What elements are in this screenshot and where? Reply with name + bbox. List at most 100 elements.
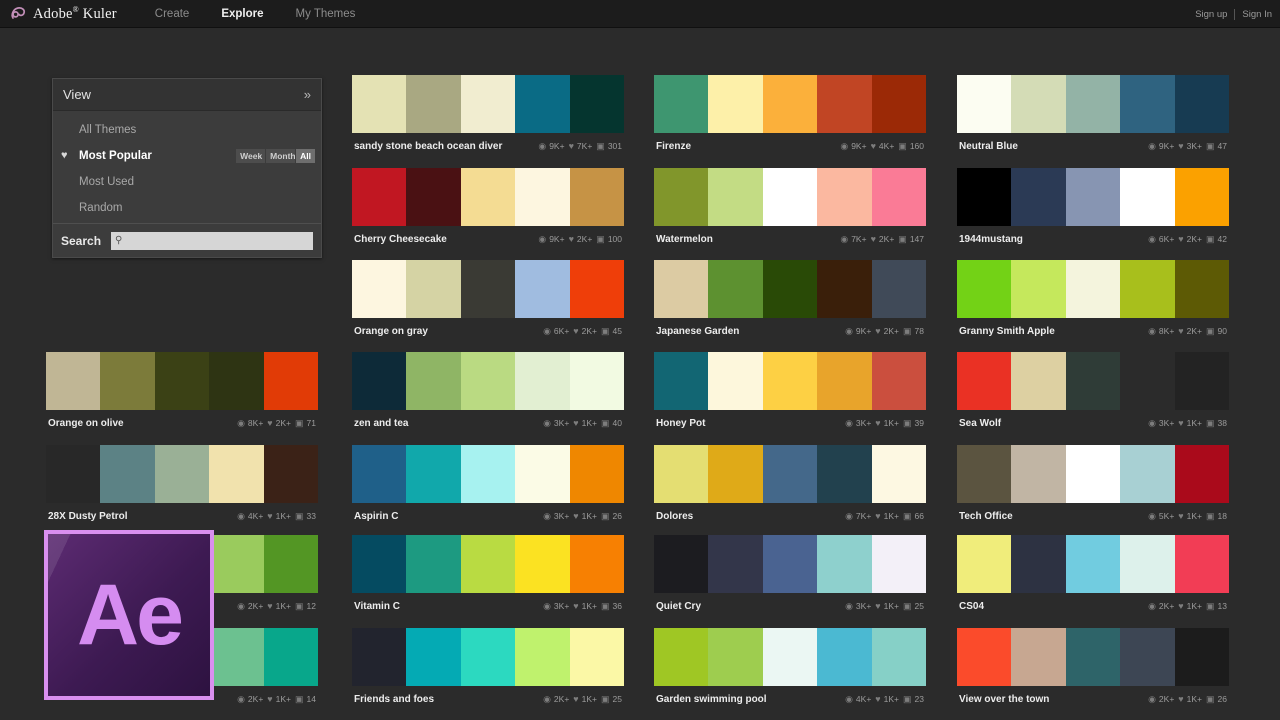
theme-swatch[interactable]	[263, 445, 319, 503]
theme-card[interactable]: Aspirin C ◉ 3K+ ♥ 1K+ ▣ 26	[352, 445, 625, 529]
theme-name[interactable]: Cherry Cheesecake	[354, 234, 447, 245]
theme-swatch[interactable]	[708, 535, 763, 593]
theme-swatch[interactable]	[352, 628, 407, 686]
theme-swatch[interactable]	[817, 168, 872, 226]
theme-swatch[interactable]	[406, 260, 461, 318]
theme-swatch[interactable]	[352, 352, 407, 410]
theme-swatch-strip[interactable]	[352, 75, 625, 133]
theme-swatch[interactable]	[515, 535, 570, 593]
theme-swatch[interactable]	[263, 628, 319, 686]
theme-swatch[interactable]	[871, 75, 927, 133]
theme-swatch[interactable]	[762, 352, 818, 410]
theme-swatch[interactable]	[871, 352, 927, 410]
theme-card[interactable]: Friends and foes ◉ 2K+ ♥ 1K+ ▣ 25	[352, 628, 625, 712]
theme-name[interactable]: Orange on olive	[48, 418, 124, 429]
theme-swatch[interactable]	[708, 75, 763, 133]
theme-swatch[interactable]	[871, 260, 927, 318]
theme-swatch[interactable]	[762, 535, 818, 593]
theme-swatch[interactable]	[460, 75, 516, 133]
theme-swatch-strip[interactable]	[654, 445, 927, 503]
theme-swatch[interactable]	[352, 535, 407, 593]
theme-swatch[interactable]	[1120, 535, 1175, 593]
theme-name[interactable]: Neutral Blue	[959, 141, 1018, 152]
theme-name[interactable]: Honey Pot	[656, 418, 705, 429]
theme-name[interactable]: zen and tea	[354, 418, 408, 429]
theme-swatch[interactable]	[654, 168, 709, 226]
theme-swatch[interactable]	[515, 168, 570, 226]
sign-in-link[interactable]: Sign In	[1242, 9, 1272, 20]
theme-swatch[interactable]	[817, 628, 872, 686]
theme-swatch[interactable]	[352, 445, 407, 503]
theme-swatch[interactable]	[1065, 260, 1121, 318]
theme-swatch[interactable]	[46, 445, 101, 503]
theme-swatch-strip[interactable]	[957, 628, 1230, 686]
theme-swatch[interactable]	[1011, 168, 1066, 226]
theme-card[interactable]: 1944mustang ◉ 6K+ ♥ 2K+ ▣ 42	[957, 168, 1230, 252]
theme-swatch[interactable]	[1174, 535, 1230, 593]
theme-name[interactable]: Aspirin C	[354, 511, 398, 522]
theme-swatch-strip[interactable]	[957, 445, 1230, 503]
theme-swatch[interactable]	[515, 445, 570, 503]
theme-swatch[interactable]	[957, 75, 1012, 133]
theme-swatch[interactable]	[100, 445, 155, 503]
theme-swatch-strip[interactable]	[352, 352, 625, 410]
theme-swatch[interactable]	[154, 352, 210, 410]
theme-swatch-strip[interactable]	[654, 75, 927, 133]
theme-swatch-strip[interactable]	[957, 352, 1230, 410]
theme-swatch[interactable]	[569, 168, 625, 226]
theme-swatch[interactable]	[654, 628, 709, 686]
view-item-random[interactable]: Random	[53, 195, 321, 221]
theme-swatch[interactable]	[1120, 445, 1175, 503]
theme-swatch[interactable]	[708, 168, 763, 226]
theme-swatch[interactable]	[569, 628, 625, 686]
theme-swatch[interactable]	[406, 445, 461, 503]
theme-swatch[interactable]	[817, 75, 872, 133]
theme-swatch[interactable]	[654, 352, 709, 410]
theme-swatch[interactable]	[817, 260, 872, 318]
theme-card[interactable]: Tech Office ◉ 5K+ ♥ 1K+ ▣ 18	[957, 445, 1230, 529]
theme-swatch[interactable]	[1011, 445, 1066, 503]
theme-card[interactable]: Sea Wolf ◉ 3K+ ♥ 1K+ ▣ 38	[957, 352, 1230, 436]
theme-swatch[interactable]	[762, 628, 818, 686]
theme-name[interactable]: Firenze	[656, 141, 691, 152]
theme-swatch[interactable]	[406, 628, 461, 686]
theme-swatch[interactable]	[209, 628, 264, 686]
theme-swatch[interactable]	[460, 628, 516, 686]
theme-swatch[interactable]	[46, 352, 101, 410]
theme-swatch[interactable]	[1011, 260, 1066, 318]
theme-swatch[interactable]	[515, 628, 570, 686]
theme-swatch[interactable]	[569, 260, 625, 318]
theme-swatch[interactable]	[957, 445, 1012, 503]
theme-name[interactable]: Vitamin C	[354, 601, 400, 612]
theme-swatch[interactable]	[1011, 352, 1066, 410]
theme-swatch-strip[interactable]	[654, 168, 927, 226]
theme-swatch[interactable]	[708, 260, 763, 318]
theme-swatch[interactable]	[1011, 535, 1066, 593]
theme-swatch[interactable]	[654, 75, 709, 133]
theme-swatch[interactable]	[1120, 628, 1175, 686]
theme-swatch-strip[interactable]	[957, 168, 1230, 226]
theme-name[interactable]: Granny Smith Apple	[959, 326, 1055, 337]
theme-swatch[interactable]	[1174, 445, 1230, 503]
theme-swatch[interactable]	[352, 75, 407, 133]
theme-swatch[interactable]	[460, 535, 516, 593]
theme-swatch[interactable]	[871, 445, 927, 503]
theme-name[interactable]: sandy stone beach ocean diver	[354, 141, 502, 152]
theme-swatch[interactable]	[406, 535, 461, 593]
theme-swatch-strip[interactable]	[654, 535, 927, 593]
theme-swatch[interactable]	[406, 168, 461, 226]
theme-swatch-strip[interactable]	[654, 352, 927, 410]
theme-swatch[interactable]	[817, 535, 872, 593]
theme-name[interactable]: 1944mustang	[959, 234, 1023, 245]
theme-swatch-strip[interactable]	[352, 260, 625, 318]
theme-swatch[interactable]	[460, 352, 516, 410]
theme-swatch[interactable]	[406, 352, 461, 410]
theme-card[interactable]: Cherry Cheesecake ◉ 9K+ ♥ 2K+ ▣ 100	[352, 168, 625, 252]
theme-swatch[interactable]	[1174, 628, 1230, 686]
theme-swatch[interactable]	[1011, 75, 1066, 133]
chevron-double-up-icon[interactable]: »	[304, 88, 311, 101]
theme-swatch[interactable]	[957, 535, 1012, 593]
theme-swatch[interactable]	[515, 75, 570, 133]
theme-swatch[interactable]	[1120, 352, 1175, 410]
theme-card[interactable]: sandy stone beach ocean diver ◉ 9K+ ♥ 7K+ ▣ 30…	[352, 75, 625, 159]
